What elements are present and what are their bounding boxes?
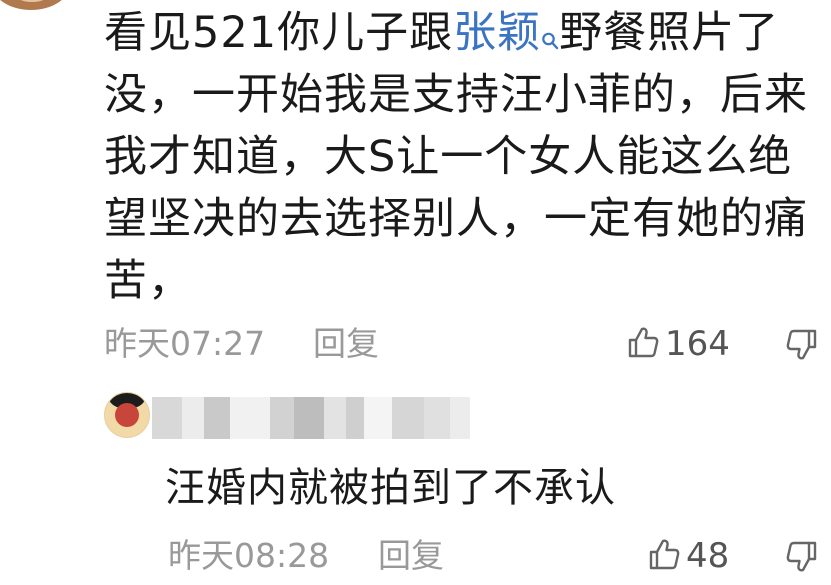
comment-reply-button[interactable]: 回复 (313, 324, 379, 364)
reply-username-blurred[interactable] (152, 397, 470, 439)
comment-timestamp: 昨天07:27 (104, 324, 266, 363)
comment-like-button[interactable]: 164 (627, 324, 730, 364)
reply-timestamp: 昨天08:28 (168, 536, 330, 575)
commenter-avatar[interactable] (0, 0, 70, 10)
mention-link[interactable]: 张颖 (453, 8, 559, 58)
reply-body: 汪婚内就被拍到了不承认 (165, 465, 616, 511)
reply-avatar[interactable] (104, 392, 150, 438)
reply-like-count: 48 (686, 536, 730, 576)
reply-reply-button[interactable]: 回复 (378, 536, 444, 576)
comment-body: 看见521你儿子跟张颖 野餐照片了没，一开始我是支持汪小菲的，后来我才知道，大S让… (104, 2, 824, 312)
comment-like-count: 164 (665, 324, 730, 364)
mention-link-label: 张颖 (453, 8, 542, 58)
comment-text-before: 看见521你儿子跟 (104, 8, 454, 58)
reply-like-button[interactable]: 48 (648, 536, 729, 576)
thumbs-down-icon[interactable] (786, 328, 818, 366)
thumbs-up-icon (627, 325, 659, 363)
thumbs-down-icon[interactable] (786, 540, 818, 578)
thumbs-up-icon (648, 537, 680, 575)
search-icon (541, 8, 559, 50)
